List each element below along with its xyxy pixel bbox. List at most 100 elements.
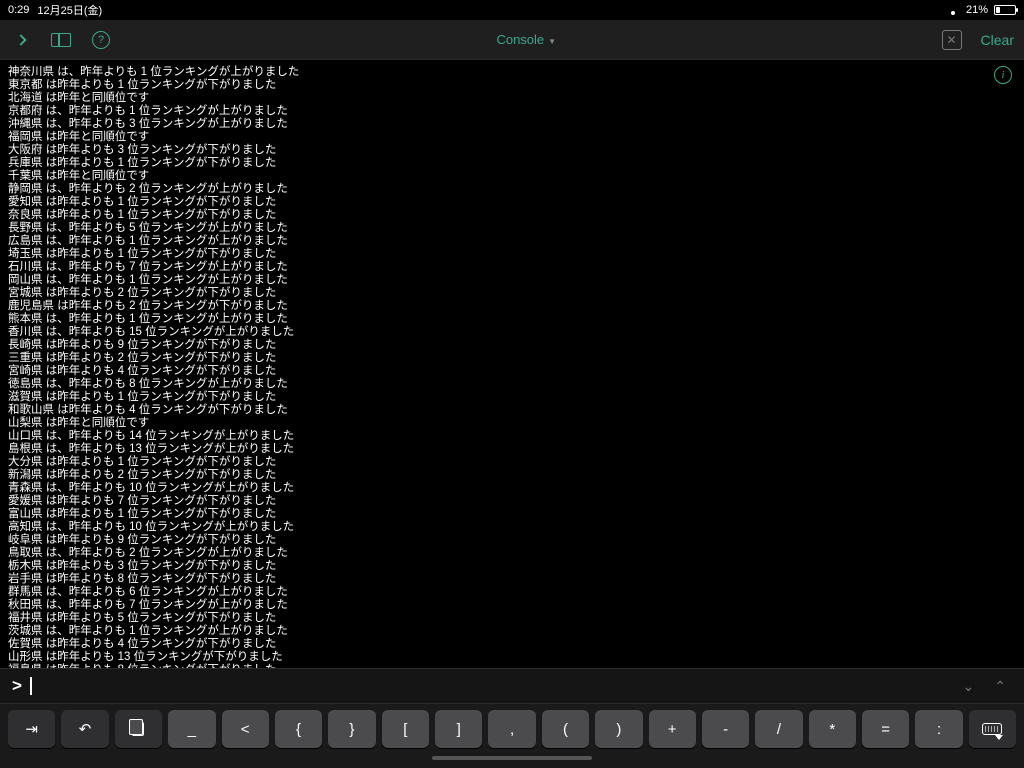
undo-key[interactable]: ↶: [61, 710, 108, 748]
prompt-symbol: >: [12, 676, 22, 696]
console-line: 佐賀県 は昨年よりも 4 位ランキングが下がりました: [8, 638, 1016, 651]
symbol-key[interactable]: }: [328, 710, 375, 748]
console-line: 宮城県 は昨年よりも 2 位ランキングが下がりました: [8, 287, 1016, 300]
console-line: 秋田県 は、昨年よりも 7 位ランキングが上がりました: [8, 599, 1016, 612]
console-line: 山梨県 は昨年と同順位です: [8, 417, 1016, 430]
paste-key[interactable]: [115, 710, 162, 748]
console-line: 沖縄県 は、昨年よりも 3 位ランキングが上がりました: [8, 118, 1016, 131]
console-line: 高知県 は、昨年よりも 10 位ランキングが上がりました: [8, 521, 1016, 534]
console-line: 徳島県 は、昨年よりも 8 位ランキングが上がりました: [8, 378, 1016, 391]
console-line: 大阪府 は昨年よりも 3 位ランキングが下がりました: [8, 144, 1016, 157]
console-line: 栃木県 は昨年よりも 3 位ランキングが下がりました: [8, 560, 1016, 573]
keyboard-toggle-key[interactable]: [969, 710, 1016, 748]
battery-icon: [994, 5, 1016, 15]
undo-icon: ↶: [79, 720, 92, 738]
help-button[interactable]: ?: [90, 29, 112, 51]
symbol-key[interactable]: {: [275, 710, 322, 748]
info-icon: i: [1001, 69, 1004, 81]
console-line: 福井県 は昨年よりも 5 位ランキングが下がりました: [8, 612, 1016, 625]
info-button[interactable]: i: [994, 66, 1012, 84]
title-label: Console: [496, 32, 544, 47]
console-line: 石川県 は、昨年よりも 7 位ランキングが上がりました: [8, 261, 1016, 274]
clipboard-icon: [132, 722, 144, 736]
console-line: 静岡県 は、昨年よりも 2 位ランキングが上がりました: [8, 183, 1016, 196]
console-line: 東京都 は昨年よりも 1 位ランキングが下がりました: [8, 79, 1016, 92]
symbol-key[interactable]: ,: [488, 710, 535, 748]
console-line: 岐阜県 は昨年よりも 9 位ランキングが下がりました: [8, 534, 1016, 547]
console-line: 新潟県 は昨年よりも 2 位ランキングが下がりました: [8, 469, 1016, 482]
symbol-key[interactable]: _: [168, 710, 215, 748]
history-down-button[interactable]: ⌄: [957, 678, 981, 695]
keyboard-icon: [982, 723, 1002, 735]
prompt-row[interactable]: > ⌄ ⌃: [0, 668, 1024, 704]
text-cursor: [30, 677, 32, 695]
console-line: 奈良県 は昨年よりも 1 位ランキングが下がりました: [8, 209, 1016, 222]
console-line: 熊本県 は、昨年よりも 1 位ランキングが上がりました: [8, 313, 1016, 326]
console-line: 埼玉県 は昨年よりも 1 位ランキングが下がりました: [8, 248, 1016, 261]
console-line: 鹿児島県 は昨年よりも 2 位ランキングが下がりました: [8, 300, 1016, 313]
console-line: 福島県 は昨年よりも 8 位ランキングが下がりました: [8, 664, 1016, 668]
console-line: 福岡県 は昨年と同順位です: [8, 131, 1016, 144]
status-bar: 0:29 12月25日(金) 21%: [0, 0, 1024, 20]
chevron-right-icon: [15, 34, 26, 45]
symbol-key[interactable]: (: [542, 710, 589, 748]
close-button[interactable]: ✕: [941, 29, 963, 51]
console-line: 滋賀県 は昨年よりも 1 位ランキングが下がりました: [8, 391, 1016, 404]
console-line: 香川県 は、昨年よりも 15 位ランキングが上がりました: [8, 326, 1016, 339]
tab-key[interactable]: ⇥: [8, 710, 55, 748]
console-line: 北海道 は昨年と同順位です: [8, 92, 1016, 105]
wifi-icon: [946, 5, 960, 15]
tab-icon: ⇥: [25, 720, 38, 738]
symbol-key[interactable]: ): [595, 710, 642, 748]
console-line: 岡山県 は、昨年よりも 1 位ランキングが上がりました: [8, 274, 1016, 287]
console-line: 群馬県 は、昨年よりも 6 位ランキングが上がりました: [8, 586, 1016, 599]
symbol-key[interactable]: -: [702, 710, 749, 748]
console-line: 和歌山県 は昨年よりも 4 位ランキングが下がりました: [8, 404, 1016, 417]
console-line: 大分県 は昨年よりも 1 位ランキングが下がりました: [8, 456, 1016, 469]
console-line: 山形県 は昨年よりも 13 位ランキングが下がりました: [8, 651, 1016, 664]
console-line: 三重県 は昨年よりも 2 位ランキングが下がりました: [8, 352, 1016, 365]
symbol-key[interactable]: =: [862, 710, 909, 748]
console-line: 神奈川県 は、昨年よりも 1 位ランキングが上がりました: [8, 66, 1016, 79]
symbol-key[interactable]: [: [382, 710, 429, 748]
home-indicator[interactable]: [432, 756, 592, 760]
toolbar-title[interactable]: Console ▼: [130, 32, 923, 47]
console-line: 長崎県 は昨年よりも 9 位ランキングが下がりました: [8, 339, 1016, 352]
console-line: 鳥取県 は、昨年よりも 2 位ランキングが上がりました: [8, 547, 1016, 560]
console-line: 青森県 は、昨年よりも 10 位ランキングが上がりました: [8, 482, 1016, 495]
symbol-key[interactable]: *: [809, 710, 856, 748]
status-time: 0:29: [8, 4, 29, 16]
help-icon: ?: [92, 31, 110, 49]
symbol-key[interactable]: +: [649, 710, 696, 748]
console-line: 京都府 は、昨年よりも 1 位ランキングが上がりました: [8, 105, 1016, 118]
console-line: 島根県 は、昨年よりも 13 位ランキングが上がりました: [8, 443, 1016, 456]
console-output[interactable]: i 神奈川県 は、昨年よりも 1 位ランキングが上がりました東京都 は昨年よりも…: [0, 60, 1024, 668]
symbol-key[interactable]: :: [915, 710, 962, 748]
status-date: 12月25日(金): [37, 2, 102, 18]
dropdown-icon: ▼: [548, 37, 556, 46]
history-up-button[interactable]: ⌃: [988, 678, 1012, 695]
console-line: 千葉県 は昨年と同順位です: [8, 170, 1016, 183]
console-line: 広島県 は、昨年よりも 1 位ランキングが上がりました: [8, 235, 1016, 248]
keyboard-accessory: ⇥ ↶ _<{}[],()+-/*=:: [0, 704, 1024, 754]
panels-button[interactable]: [50, 29, 72, 51]
console-line: 兵庫県 は昨年よりも 1 位ランキングが下がりました: [8, 157, 1016, 170]
toolbar: ? Console ▼ ✕ Clear: [0, 20, 1024, 60]
console-line: 愛媛県 は昨年よりも 7 位ランキングが下がりました: [8, 495, 1016, 508]
back-button[interactable]: [10, 29, 32, 51]
battery-percent: 21%: [966, 4, 988, 16]
console-line: 岩手県 は昨年よりも 8 位ランキングが下がりました: [8, 573, 1016, 586]
console-line: 愛知県 は昨年よりも 1 位ランキングが下がりました: [8, 196, 1016, 209]
clear-button[interactable]: Clear: [981, 32, 1014, 48]
console-line: 長野県 は、昨年よりも 5 位ランキングが上がりました: [8, 222, 1016, 235]
home-indicator-area: [0, 754, 1024, 768]
console-line: 山口県 は、昨年よりも 14 位ランキングが上がりました: [8, 430, 1016, 443]
close-icon: ✕: [942, 30, 962, 50]
symbol-key[interactable]: /: [755, 710, 802, 748]
symbol-key[interactable]: <: [222, 710, 269, 748]
symbol-key[interactable]: ]: [435, 710, 482, 748]
console-line: 富山県 は昨年よりも 1 位ランキングが下がりました: [8, 508, 1016, 521]
console-line: 宮崎県 は昨年よりも 4 位ランキングが下がりました: [8, 365, 1016, 378]
sidebar-icon: [51, 33, 71, 47]
console-line: 茨城県 は、昨年よりも 1 位ランキングが上がりました: [8, 625, 1016, 638]
